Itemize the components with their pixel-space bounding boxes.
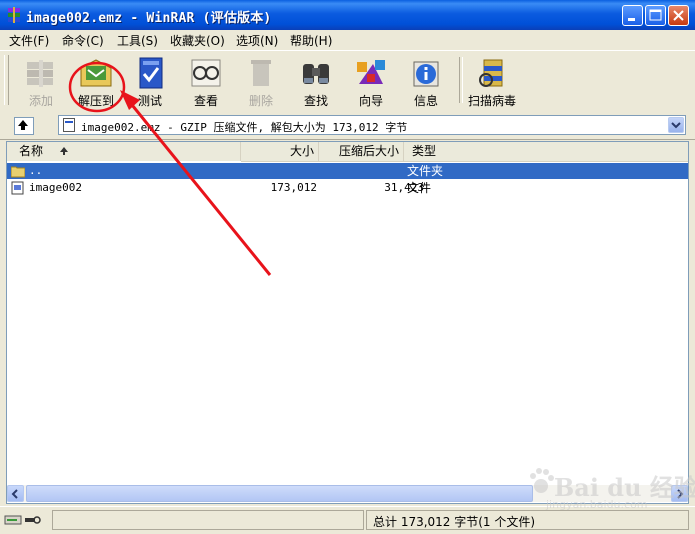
path-text: image002.emz - GZIP 压缩文件, 解包大小为 173,012 … bbox=[81, 121, 408, 134]
column-name[interactable]: 名称 bbox=[7, 142, 241, 161]
up-folder-button[interactable] bbox=[14, 117, 34, 135]
path-combobox[interactable]: image002.emz - GZIP 压缩文件, 解包大小为 173,012 … bbox=[58, 115, 686, 135]
extract-to-button[interactable]: 解压到 bbox=[68, 53, 124, 109]
column-packed[interactable]: 压缩后大小 bbox=[319, 142, 404, 161]
chevron-down-icon bbox=[671, 122, 681, 129]
add-label: 添加 bbox=[28, 94, 53, 108]
winrar-app-icon bbox=[8, 7, 20, 23]
column-type-label: 类型 bbox=[412, 144, 437, 158]
winrar-window: image002.emz - WinRAR (评估版本) 文件(F) 命令(C)… bbox=[0, 0, 695, 534]
info-icon bbox=[413, 61, 439, 87]
status-pane-left bbox=[52, 510, 364, 530]
minimize-button[interactable] bbox=[622, 5, 643, 26]
item-size: 173,012 bbox=[270, 181, 317, 194]
column-type[interactable]: 类型 bbox=[404, 142, 688, 161]
view-button[interactable]: 查看 bbox=[178, 53, 234, 109]
info-button[interactable]: 信息 bbox=[398, 53, 454, 109]
virus-scan-label: 扫描病毒 bbox=[467, 94, 516, 108]
path-bar: image002.emz - GZIP 压缩文件, 解包大小为 173,012 … bbox=[0, 111, 695, 140]
scroll-thumb[interactable] bbox=[26, 485, 533, 502]
column-name-label: 名称 bbox=[19, 144, 44, 158]
item-name: .. bbox=[29, 164, 43, 177]
maximize-button[interactable] bbox=[645, 5, 666, 26]
name-column-area bbox=[7, 161, 241, 485]
extract-to-icon bbox=[80, 59, 112, 87]
delete-icon bbox=[251, 60, 271, 86]
archive-file-icon bbox=[63, 118, 75, 132]
file-list[interactable]: 名称 大小 压缩后大小 类型 .. 文件夹 image002 173,012 3… bbox=[6, 141, 689, 504]
test-label: 测试 bbox=[137, 94, 162, 108]
wizard-button[interactable]: 向导 bbox=[343, 53, 399, 109]
up-arrow-icon bbox=[18, 120, 28, 130]
find-button[interactable]: 查找 bbox=[288, 53, 344, 109]
view-label: 查看 bbox=[193, 94, 218, 108]
menu-file[interactable]: 文件(F) bbox=[9, 32, 49, 49]
add-books-icon bbox=[27, 60, 53, 87]
delete-label: 删除 bbox=[248, 94, 273, 108]
toolbar-grip[interactable] bbox=[4, 55, 9, 105]
drive-key-icon bbox=[4, 515, 41, 525]
test-icon bbox=[139, 57, 163, 89]
wizard-icon bbox=[357, 60, 385, 84]
extract-to-label: 解压到 bbox=[77, 94, 114, 108]
wizard-label: 向导 bbox=[358, 94, 383, 108]
watermark-url: jingyan.baidu.com bbox=[546, 498, 648, 511]
column-size[interactable]: 大小 bbox=[241, 142, 319, 161]
virus-scan-icon bbox=[479, 59, 503, 87]
find-label: 查找 bbox=[303, 94, 328, 108]
test-button[interactable]: 测试 bbox=[122, 53, 178, 109]
status-right-text: 总计 173,012 字节(1 个文件) bbox=[373, 515, 536, 529]
menu-help[interactable]: 帮助(H) bbox=[290, 32, 332, 49]
view-glasses-icon bbox=[191, 59, 221, 87]
folder-icon bbox=[11, 166, 25, 178]
item-name: image002 bbox=[29, 181, 82, 194]
list-item[interactable]: .. 文件夹 bbox=[7, 163, 688, 179]
title-bar[interactable]: image002.emz - WinRAR (评估版本) bbox=[0, 0, 695, 30]
path-dropdown-button[interactable] bbox=[668, 117, 684, 133]
chevron-left-icon bbox=[11, 489, 18, 499]
delete-button[interactable]: 删除 bbox=[233, 53, 289, 109]
column-packed-label: 压缩后大小 bbox=[338, 144, 399, 158]
menu-tools[interactable]: 工具(S) bbox=[117, 32, 158, 49]
item-type: 文件夹 bbox=[407, 164, 444, 178]
menu-commands[interactable]: 命令(C) bbox=[62, 32, 104, 49]
find-binoculars-icon bbox=[303, 64, 329, 84]
baidu-watermark: Bai du 经验 jingyan.baidu.com bbox=[528, 462, 695, 518]
item-type: 文件 bbox=[407, 181, 432, 195]
menu-favorites[interactable]: 收藏夹(O) bbox=[170, 32, 225, 49]
menu-bar: 文件(F) 命令(C) 工具(S) 收藏夹(O) 选项(N) 帮助(H) bbox=[0, 30, 695, 51]
scroll-left-button[interactable] bbox=[7, 485, 24, 502]
window-title: image002.emz - WinRAR (评估版本) bbox=[26, 11, 272, 26]
maximize-icon bbox=[649, 9, 662, 21]
menu-options[interactable]: 选项(N) bbox=[236, 32, 278, 49]
sort-ascending-icon bbox=[60, 147, 68, 155]
list-header: 名称 大小 压缩后大小 类型 bbox=[7, 142, 688, 162]
toolbar-separator bbox=[459, 57, 463, 103]
virus-scan-button[interactable]: 扫描病毒 bbox=[464, 53, 520, 109]
close-icon bbox=[673, 10, 684, 21]
file-icon bbox=[11, 181, 24, 195]
close-button[interactable] bbox=[668, 5, 689, 26]
minimize-icon bbox=[628, 18, 635, 21]
add-button[interactable]: 添加 bbox=[13, 53, 69, 109]
column-size-label: 大小 bbox=[289, 144, 314, 158]
list-item[interactable]: image002 173,012 31,423 文件 bbox=[7, 180, 688, 196]
info-label: 信息 bbox=[413, 94, 438, 108]
paw-logo-icon bbox=[530, 468, 554, 493]
toolbar: 添加 解压到 测试 查看 删除 查找 向导 信息 扫描病毒 bbox=[0, 50, 695, 112]
